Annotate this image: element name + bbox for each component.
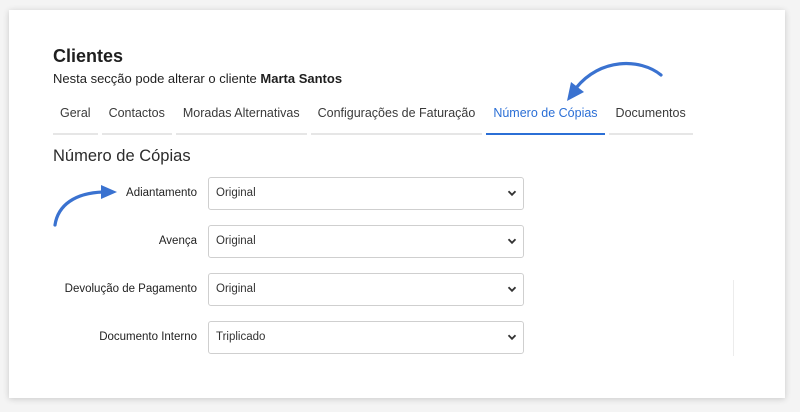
select-value: Triplicado: [216, 331, 266, 343]
subtitle-text: Nesta secção pode alterar o cliente: [53, 71, 257, 86]
form-row-adiantamento: Adiantamento Original: [9, 177, 549, 210]
divider: [733, 280, 734, 356]
tab-moradas-alternativas[interactable]: Moradas Alternativas: [175, 102, 307, 135]
field-label-devolucao-pagamento: Devolução de Pagamento: [64, 283, 197, 295]
field-label-avenca: Avença: [158, 235, 197, 247]
form-row-documento-interno: Documento Interno Triplicado: [9, 321, 549, 354]
select-adiantamento[interactable]: Original: [208, 177, 524, 210]
section-title: Número de Cópias: [53, 147, 191, 165]
select-devolucao-pagamento[interactable]: Original: [208, 273, 524, 306]
field-label-documento-interno: Documento Interno: [99, 331, 197, 343]
chevron-down-icon: [507, 334, 517, 341]
field-label-adiantamento: Adiantamento: [126, 187, 197, 199]
form-row-avenca: Avença Original: [9, 225, 549, 258]
select-avenca[interactable]: Original: [208, 225, 524, 258]
tab-documentos[interactable]: Documentos: [608, 102, 693, 135]
tab-numero-copias[interactable]: Número de Cópias: [486, 102, 605, 135]
select-documento-interno[interactable]: Triplicado: [208, 321, 524, 354]
tab-contactos[interactable]: Contactos: [101, 102, 172, 135]
tab-geral[interactable]: Geral: [53, 102, 98, 135]
select-value: Original: [216, 283, 256, 295]
client-settings-card: Clientes Nesta secção pode alterar o cli…: [9, 10, 785, 398]
select-value: Original: [216, 187, 256, 199]
page-title: Clientes: [53, 46, 124, 66]
select-value: Original: [216, 235, 256, 247]
chevron-down-icon: [507, 286, 517, 293]
chevron-down-icon: [507, 238, 517, 245]
form-row-devolucao-pagamento: Devolução de Pagamento Original: [9, 273, 549, 306]
page-subtitle: Nesta secção pode alterar o cliente Mart…: [53, 71, 342, 86]
tab-configuracoes-faturacao[interactable]: Configurações de Faturação: [310, 102, 483, 135]
client-name: Marta Santos: [260, 71, 343, 86]
tab-bar: Geral Contactos Moradas Alternativas Con…: [53, 102, 697, 135]
chevron-down-icon: [507, 190, 517, 197]
